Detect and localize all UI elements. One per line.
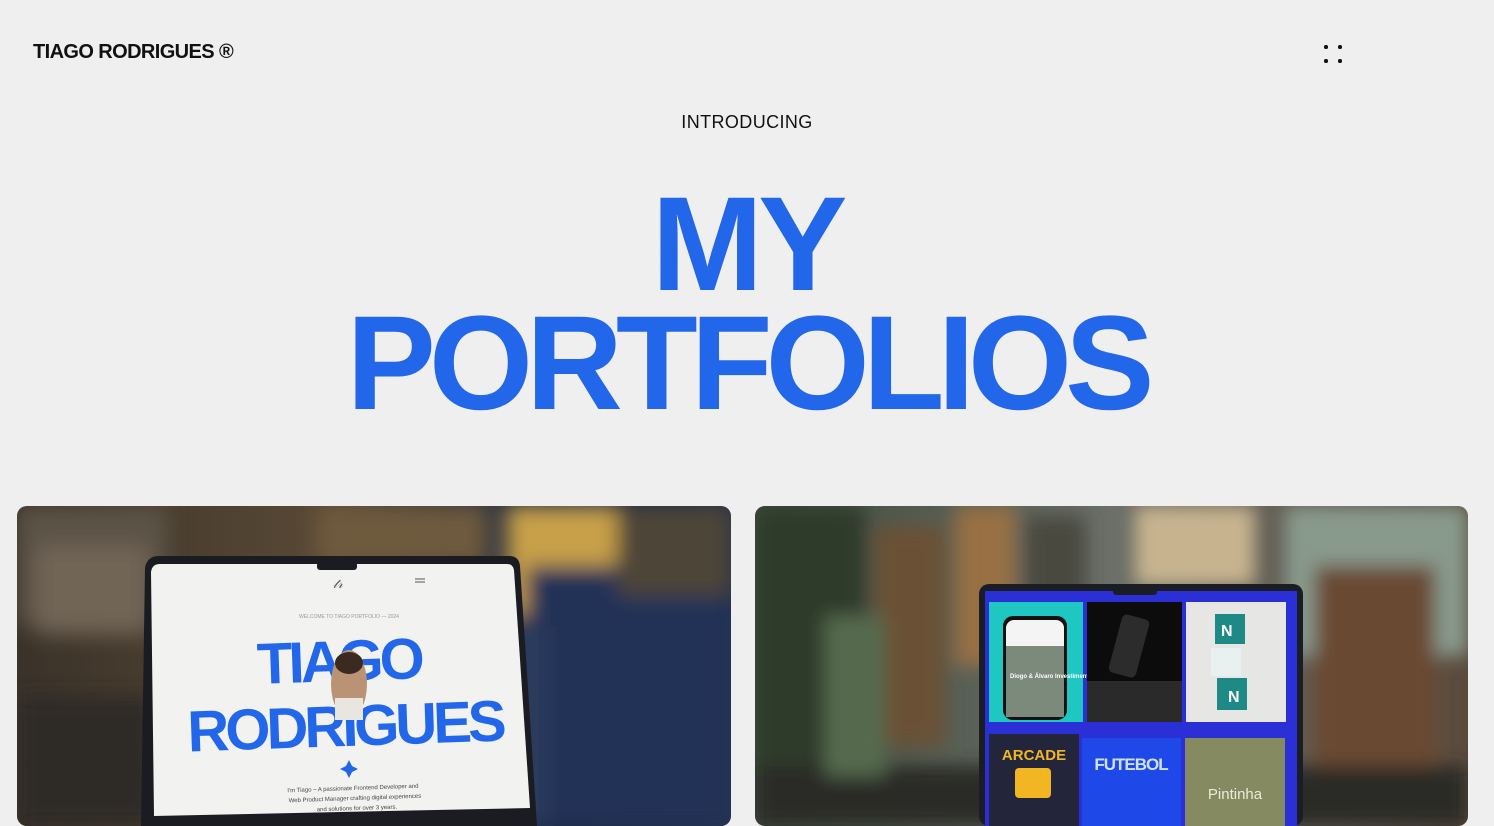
portfolio-card-1[interactable]: 𝓉𝓇 WELCOME TO TIAGO PORTFOLIO — 2024 TIA…: [17, 506, 731, 826]
svg-text:N: N: [1228, 689, 1240, 706]
top-bar: TIAGO RODRIGUES ®: [0, 0, 1494, 100]
svg-text:N: N: [1221, 623, 1233, 640]
tile-arcade: ARCADE: [1002, 747, 1066, 764]
hero-title-line-2: PORTFOLIOS: [346, 289, 1155, 438]
screen-meta: WELCOME TO TIAGO PORTFOLIO — 2024: [299, 614, 399, 620]
tile-pintinha: Pintinha: [1208, 786, 1263, 803]
menu-button[interactable]: [1318, 40, 1348, 70]
tile-football: FUTEBOL: [1094, 755, 1168, 774]
screen-avatar: [331, 650, 367, 720]
portfolio-card-2-image: Diogo & Álvaro Investimento Imobiliário …: [755, 506, 1468, 826]
portfolio-card-1-image: 𝓉𝓇 WELCOME TO TIAGO PORTFOLIO — 2024 TIA…: [17, 506, 731, 826]
svg-text:𝓉𝓇: 𝓉𝓇: [333, 576, 343, 591]
hero-eyebrow: INTRODUCING: [681, 112, 813, 132]
brand-logo[interactable]: TIAGO RODRIGUES ®: [33, 41, 234, 64]
portfolio-card-2[interactable]: Diogo & Álvaro Investimento Imobiliário …: [755, 506, 1468, 826]
